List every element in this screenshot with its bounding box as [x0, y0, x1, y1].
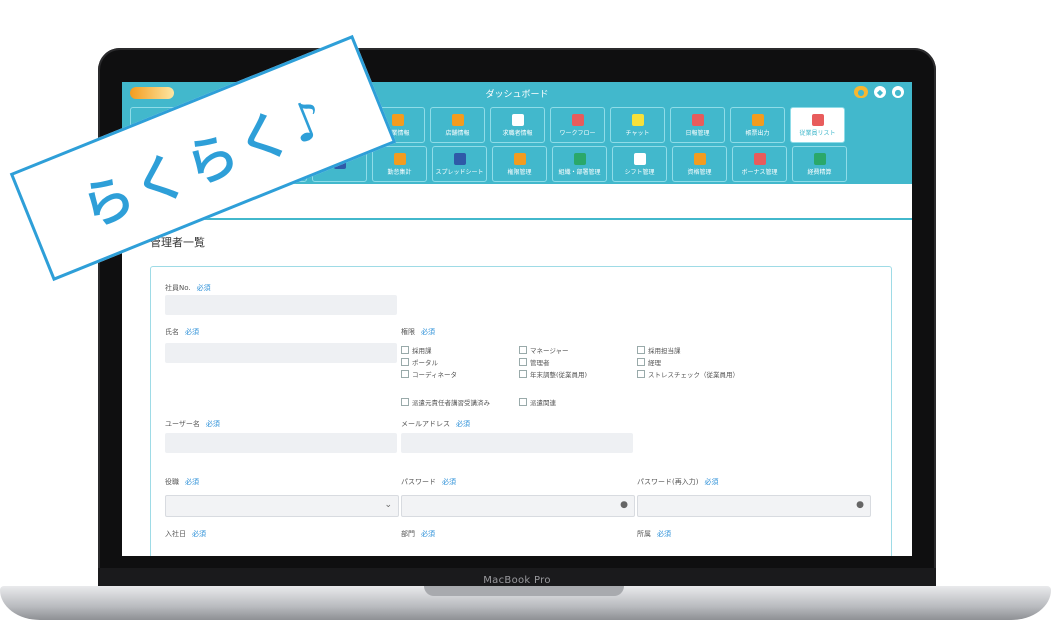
report-icon [691, 113, 704, 126]
name-label: 氏名 必須 [165, 328, 199, 336]
user-icon[interactable]: ● [892, 86, 904, 98]
hire-date-label: 入社日 必須 [165, 530, 206, 538]
org-icon [573, 152, 586, 165]
permission-checkbox[interactable]: コーディネータ [401, 369, 457, 379]
badge-icon [693, 152, 706, 165]
chat-icon[interactable]: ◆ [874, 86, 886, 98]
shift-icon [633, 152, 646, 165]
nav-tile[interactable]: 店舗情報 [430, 107, 485, 143]
receipt-icon [813, 152, 826, 165]
nav-tile[interactable]: 組織・部署管理 [552, 146, 607, 182]
password-input[interactable]: ● [401, 495, 635, 517]
staff-no-label: 社員No. 必須 [165, 284, 211, 292]
nav-tile-label: 権限管理 [507, 168, 532, 176]
building-icon [391, 113, 404, 126]
password-label: パスワード 必須 [401, 478, 456, 486]
email-input[interactable] [401, 433, 633, 453]
nav-tile-label: ワークフロー [559, 129, 596, 137]
role-label: 役職 必須 [165, 478, 199, 486]
header-icons: ● ◆ ● [854, 86, 904, 98]
nav-tile-label: 帳票出力 [745, 129, 770, 137]
nav-tile[interactable]: 経費精算 [792, 146, 847, 182]
nav-tile-label: スプレッドシート [435, 168, 484, 176]
username-input[interactable] [165, 433, 397, 453]
nav-tile[interactable]: 日報管理 [670, 107, 725, 143]
chevron-down-icon: ⌄ [384, 500, 392, 510]
nav-tile[interactable]: 資格管理 [672, 146, 727, 182]
nav-tile[interactable]: 求職者情報 [490, 107, 545, 143]
permission-label: 権限 必須 [401, 328, 435, 336]
flow-icon [571, 113, 584, 126]
file-icon [511, 113, 524, 126]
divider [136, 218, 912, 220]
nav-tile-label: ボーナス管理 [741, 168, 778, 176]
nav-tile-label: 経費精算 [807, 168, 832, 176]
nav-tile-label: チャット [625, 129, 650, 137]
bell-icon[interactable]: ● [854, 86, 868, 98]
house-icon [753, 152, 766, 165]
staff-no-input[interactable] [165, 295, 397, 315]
clock-icon [393, 152, 406, 165]
permission-checkbox[interactable]: ストレスチェック（従業員用） [637, 369, 757, 379]
nav-tile[interactable]: 従業員リスト [790, 107, 845, 143]
nav-tile[interactable]: スプレッドシート [432, 146, 487, 182]
permission-checkbox[interactable]: 採用担当課 [637, 345, 681, 355]
nav-tile-label: 資格管理 [687, 168, 712, 176]
name-input[interactable] [165, 343, 397, 363]
shield-icon [513, 152, 526, 165]
permission-checkbox[interactable]: 管理者 [519, 357, 550, 367]
eye-icon[interactable]: ● [856, 500, 864, 510]
staff-icon [811, 113, 824, 126]
nav-tile[interactable]: シフト管理 [612, 146, 667, 182]
nav-tile[interactable]: 勤怠集計 [372, 146, 427, 182]
department-label: 部門 必須 [401, 530, 435, 538]
affiliation-label: 所属 必須 [637, 530, 671, 538]
permission-checkbox[interactable]: 年末調整(従業員用) [519, 369, 587, 379]
content-card: 管理者一覧 社員No. 必須 氏名 必須 権限 必須 採用課 マネージャー 採用担当課… [136, 224, 912, 556]
nav-tile-label: シフト管理 [624, 168, 655, 176]
permission-checkbox[interactable]: 採用課 [401, 345, 432, 355]
nav-tile[interactable]: ボーナス管理 [732, 146, 787, 182]
nav-tile[interactable]: ワークフロー [550, 107, 605, 143]
laptop-model-label: MacBook Pro [483, 574, 551, 586]
username-label: ユーザー名 必須 [165, 420, 220, 428]
eye-icon[interactable]: ● [620, 500, 628, 510]
password-confirm-input[interactable]: ● [637, 495, 871, 517]
nav-tile-label: 勤怠集計 [387, 168, 412, 176]
permission-checkbox[interactable]: マネージャー [519, 345, 569, 355]
permission-checkbox[interactable]: 派遣元責任者講習受講済み [401, 397, 490, 407]
sheet-icon [453, 152, 466, 165]
nav-tile[interactable]: チャット [610, 107, 665, 143]
nav-tile-label: 組織・部署管理 [558, 168, 601, 176]
nav-tile[interactable]: 帳票出力 [730, 107, 785, 143]
nav-tile-label: 日報管理 [685, 129, 710, 137]
nav-tile-label: 店舗情報 [445, 129, 470, 137]
password-confirm-label: パスワード(再入力) 必須 [637, 478, 719, 486]
chat-icon [631, 113, 644, 126]
permission-checkbox[interactable]: 派遣関連 [519, 397, 556, 407]
nav-tile[interactable]: 権限管理 [492, 146, 547, 182]
admin-form: 社員No. 必須 氏名 必須 権限 必須 採用課 マネージャー 採用担当課 ポータル … [150, 266, 892, 556]
laptop-notch [424, 586, 624, 596]
nav-tile-label: 従業員リスト [799, 129, 836, 137]
permission-checkbox[interactable]: ポータル [401, 357, 438, 367]
shop-icon [451, 113, 464, 126]
nav-tile-label: 求職者情報 [502, 129, 533, 137]
email-label: メールアドレス 必須 [401, 420, 470, 428]
permission-checkbox[interactable]: 経理 [637, 357, 661, 367]
role-select[interactable]: ⌄ [165, 495, 399, 517]
print-icon [751, 113, 764, 126]
